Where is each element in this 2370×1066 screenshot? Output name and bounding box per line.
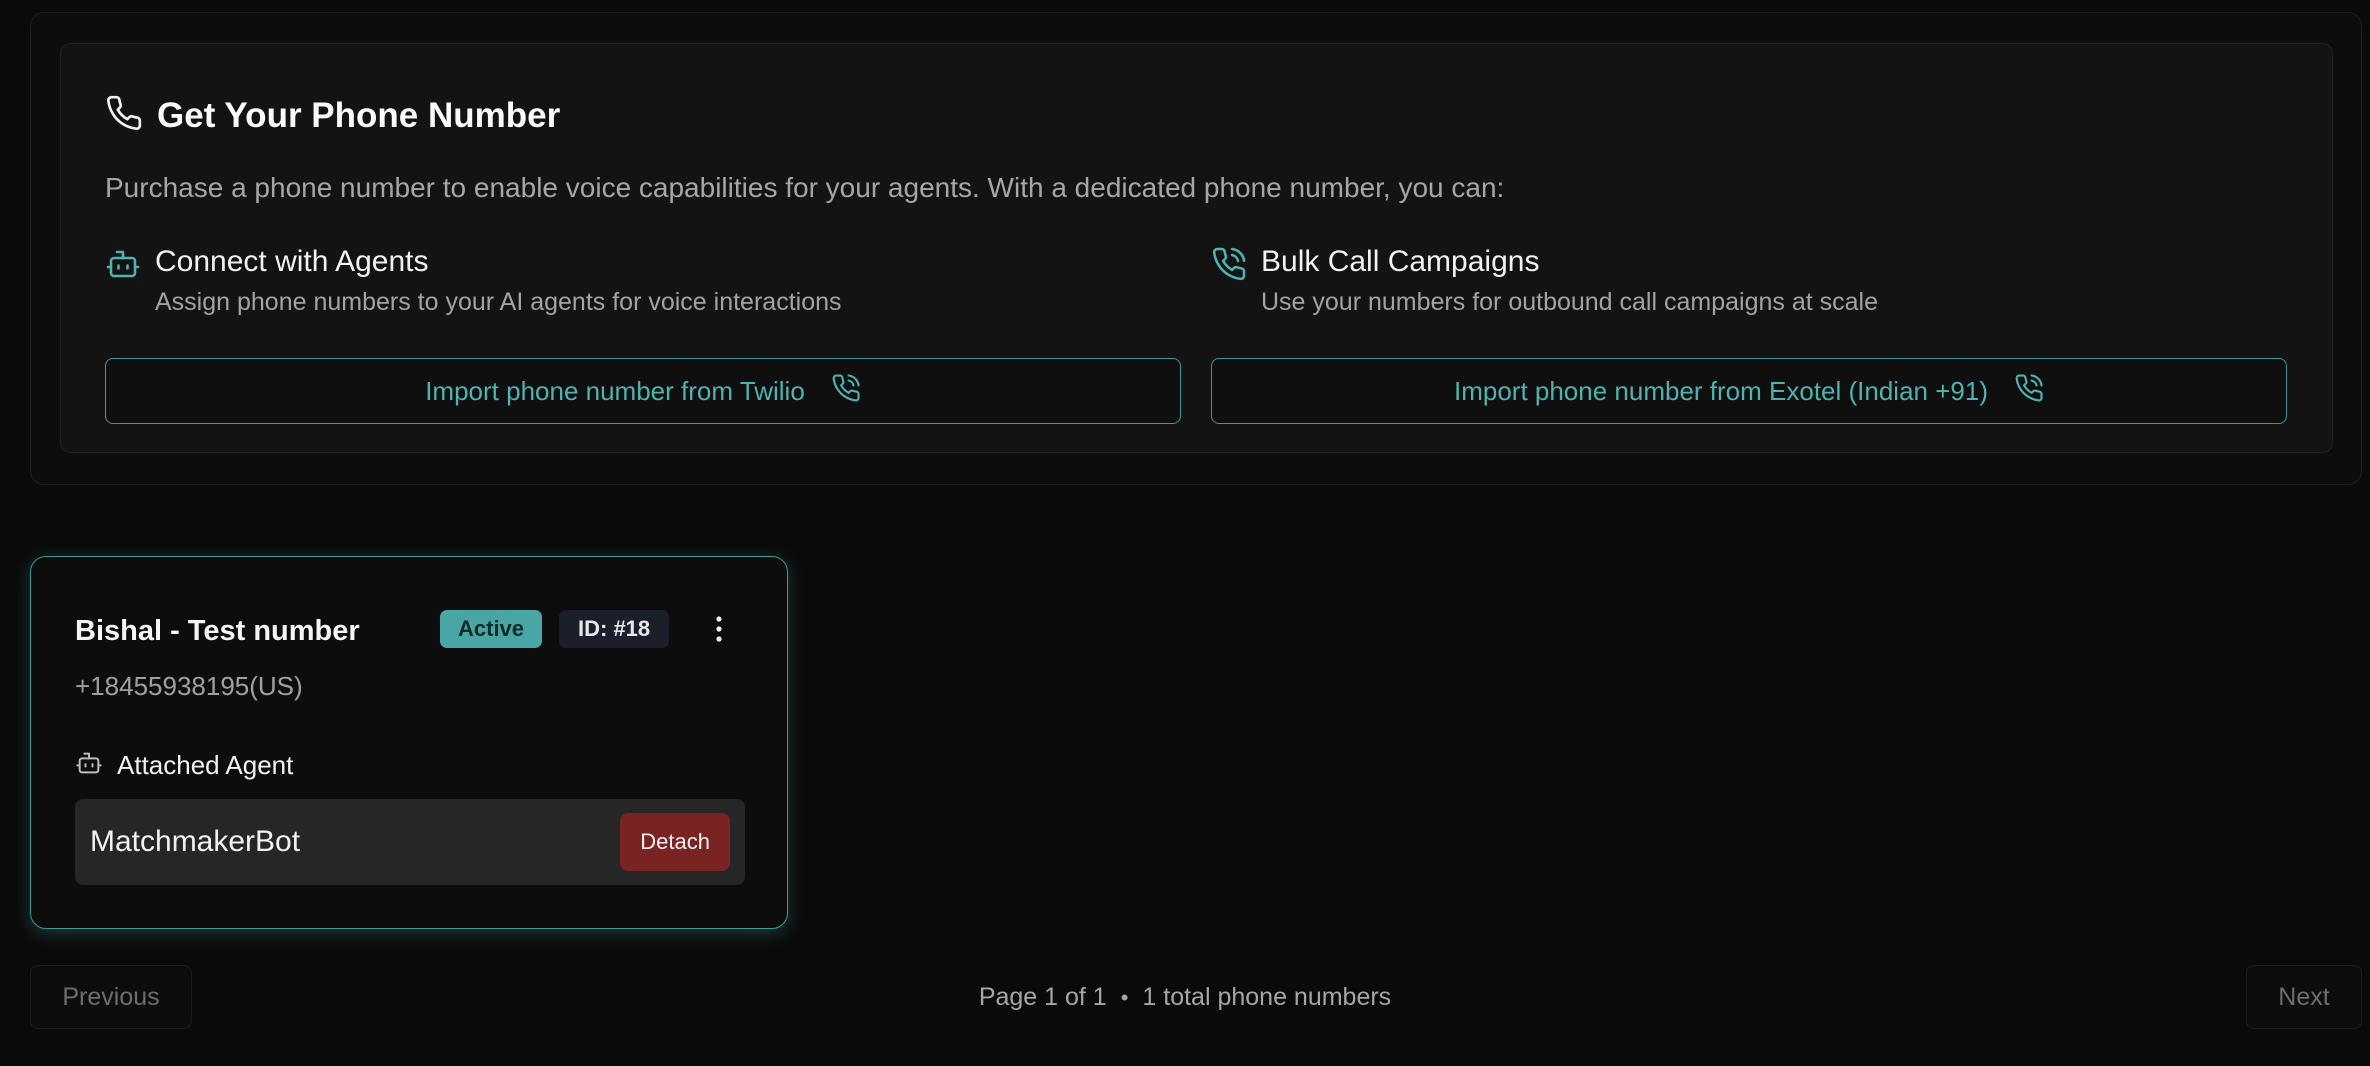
- import-exotel-label: Import phone number from Exotel (Indian …: [1453, 375, 1988, 406]
- feature-description: Assign phone numbers to your AI agents f…: [155, 288, 842, 316]
- feature-connect-agents: Connect with Agents Assign phone numbers…: [105, 244, 842, 317]
- number-name: Bishal - Test number: [75, 615, 360, 647]
- get-phone-number-card: Get Your Phone Number Purchase a phone n…: [60, 43, 2333, 453]
- feature-bulk-campaigns: Bulk Call Campaigns Use your numbers for…: [1211, 244, 1878, 317]
- detach-button[interactable]: Detach: [620, 813, 730, 871]
- total-count: 1 total phone numbers: [1142, 983, 1392, 1011]
- pagination-info: Page 1 of 1 • 1 total phone numbers: [0, 983, 2370, 1012]
- agent-name: MatchmakerBot: [90, 825, 301, 858]
- intro-text: Purchase a phone number to enable voice …: [105, 172, 1505, 203]
- bot-icon: [75, 749, 103, 782]
- page-title: Get Your Phone Number: [157, 95, 561, 135]
- status-badge: Active: [440, 610, 543, 648]
- attached-agent-header: Attached Agent: [75, 749, 293, 782]
- import-twilio-button[interactable]: Import phone number from Twilio: [105, 358, 1181, 424]
- next-button[interactable]: Next: [2246, 965, 2362, 1029]
- id-badge: ID: #18: [559, 610, 670, 648]
- phone-call-icon: [1988, 373, 2044, 410]
- phone-call-icon: [1211, 246, 1247, 282]
- phone-call-icon: [805, 373, 861, 410]
- more-options-icon[interactable]: [707, 613, 731, 645]
- feature-title: Connect with Agents: [155, 245, 429, 278]
- phone-number-card[interactable]: Bishal - Test number Active ID: #18 +184…: [30, 556, 788, 929]
- feature-description: Use your numbers for outbound call campa…: [1261, 288, 1878, 316]
- phone-number-panel: Get Your Phone Number Purchase a phone n…: [30, 12, 2362, 485]
- phone-number: +18455938195(US): [75, 671, 303, 701]
- bot-icon: [105, 246, 141, 282]
- separator: •: [1120, 984, 1129, 1010]
- page-label: Page 1 of 1: [978, 983, 1107, 1011]
- attached-agent-label: Attached Agent: [117, 750, 294, 780]
- attached-agent-row: MatchmakerBot Detach: [75, 799, 745, 885]
- phone-icon: [105, 94, 143, 137]
- import-twilio-label: Import phone number from Twilio: [425, 375, 805, 406]
- feature-title: Bulk Call Campaigns: [1261, 245, 1540, 278]
- card-header: Get Your Phone Number: [105, 94, 560, 137]
- import-exotel-button[interactable]: Import phone number from Exotel (Indian …: [1211, 358, 2287, 424]
